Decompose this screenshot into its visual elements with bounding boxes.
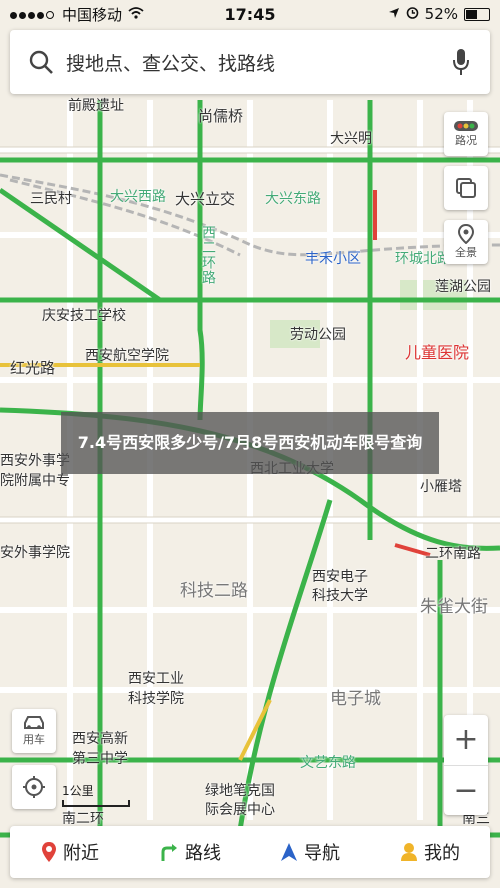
location-arrow-icon xyxy=(388,5,400,23)
poi-label[interactable]: 第三中学 xyxy=(72,748,128,768)
poi-label[interactable]: 小雁塔 xyxy=(420,476,462,496)
poi-label[interactable]: 丰禾小区 xyxy=(305,248,361,268)
pin-icon xyxy=(458,224,474,244)
carrier-label: 中国移动 xyxy=(62,5,123,24)
area-label: 电子城 xyxy=(330,689,381,709)
search-bar[interactable]: 搜地点、查公交、找路线 xyxy=(10,30,490,94)
map-scale: 1公里 xyxy=(62,782,130,807)
road-label: 二环南路 xyxy=(425,546,481,562)
scale-label: 1公里 xyxy=(62,784,94,798)
banner-text: 7.4号西安限多少号/7月8号西安机动车限号查询 xyxy=(77,433,423,452)
road-label: 西二环路 xyxy=(200,225,216,285)
headline-banner: 7.4号西安限多少号/7月8号西安机动车限号查询 xyxy=(61,412,439,474)
road-label: 南二环 xyxy=(62,811,104,827)
poi-label[interactable]: 庆安技工学校 xyxy=(42,305,126,325)
tab-mine-label: 我的 xyxy=(424,843,460,864)
poi-label[interactable]: 劳动公园 xyxy=(290,324,346,344)
location-pin-icon xyxy=(42,842,56,862)
status-time: 17:45 xyxy=(224,4,276,24)
road-label: 大兴西路 xyxy=(110,189,166,205)
tab-mine[interactable]: 我的 xyxy=(370,826,490,878)
tab-route-label: 路线 xyxy=(185,843,221,864)
traffic-label: 路况 xyxy=(455,134,477,147)
layers-button[interactable] xyxy=(444,166,488,210)
panorama-button[interactable]: 全景 xyxy=(444,220,488,264)
road-label: 文艺东路 xyxy=(300,755,356,771)
locate-button[interactable] xyxy=(12,765,56,809)
poi-label[interactable]: 西安工业 xyxy=(128,668,184,688)
poi-label[interactable]: 际会展中心 xyxy=(205,799,275,819)
car-service-button[interactable]: 用车 xyxy=(12,709,56,753)
traffic-button[interactable]: 路况 xyxy=(444,112,488,156)
poi-label[interactable]: 科技大学 xyxy=(312,585,368,605)
area-label: 科技二路 xyxy=(180,581,248,601)
poi-label[interactable]: 西安电子 xyxy=(312,566,368,586)
tab-navigation-label: 导航 xyxy=(304,843,340,864)
tab-nearby[interactable]: 附近 xyxy=(10,826,130,878)
zoom-control: + − xyxy=(444,715,488,815)
navigation-arrow-icon xyxy=(281,843,297,861)
panorama-label: 全景 xyxy=(455,246,477,259)
traffic-light-icon xyxy=(454,121,478,131)
map-controls: 路况 全景 xyxy=(444,112,488,264)
search-icon xyxy=(29,50,53,74)
road-label: 环城北路 xyxy=(395,251,451,267)
wifi-icon xyxy=(128,5,144,23)
status-bar: 中国移动 17:45 52% xyxy=(0,0,500,28)
locate-icon xyxy=(23,776,45,798)
layers-icon xyxy=(456,178,476,198)
area-label: 朱雀大街 xyxy=(420,597,488,617)
car-label: 用车 xyxy=(23,733,45,746)
poi-label[interactable]: 尚儒桥 xyxy=(198,105,243,126)
poi-label[interactable]: 安外事学院 xyxy=(0,542,70,562)
tab-navigation[interactable]: 导航 xyxy=(250,826,370,878)
poi-label[interactable]: 西安高新 xyxy=(72,728,128,748)
poi-label[interactable]: 前殿遗址 xyxy=(68,95,124,115)
battery-icon xyxy=(464,7,490,21)
signal-icon xyxy=(10,5,56,23)
microphone-icon[interactable] xyxy=(452,48,470,76)
zoom-out-button[interactable]: − xyxy=(444,766,488,816)
poi-label[interactable]: 儿童医院 xyxy=(405,339,469,363)
road-label: 大兴东路 xyxy=(265,191,321,207)
area-label: 三民村 xyxy=(30,191,72,207)
scale-bar xyxy=(62,800,130,807)
poi-label[interactable]: 西安外事学 xyxy=(0,450,70,470)
poi-label[interactable]: 莲湖公园 xyxy=(435,276,491,296)
poi-label[interactable]: 绿地笔克国 xyxy=(205,780,275,800)
road-label: 红光路 xyxy=(10,359,56,377)
car-icon xyxy=(24,716,44,729)
search-placeholder[interactable]: 搜地点、查公交、找路线 xyxy=(66,49,275,76)
poi-label[interactable]: 大兴明 xyxy=(330,128,372,148)
alarm-icon xyxy=(406,5,419,23)
poi-label[interactable]: 科技学院 xyxy=(128,688,184,708)
tab-route[interactable]: 路线 xyxy=(130,826,250,878)
tab-nearby-label: 附近 xyxy=(63,843,99,864)
poi-label[interactable]: 西安航空学院 xyxy=(85,345,169,365)
zoom-in-button[interactable]: + xyxy=(444,715,488,766)
route-icon xyxy=(161,844,177,861)
bottom-nav: 附近 路线 导航 我的 xyxy=(10,826,490,878)
poi-label[interactable]: 院附属中专 xyxy=(0,470,70,490)
user-icon xyxy=(401,843,417,861)
battery-percent: 52% xyxy=(424,5,458,23)
poi-label[interactable]: 大兴立交 xyxy=(175,188,235,209)
